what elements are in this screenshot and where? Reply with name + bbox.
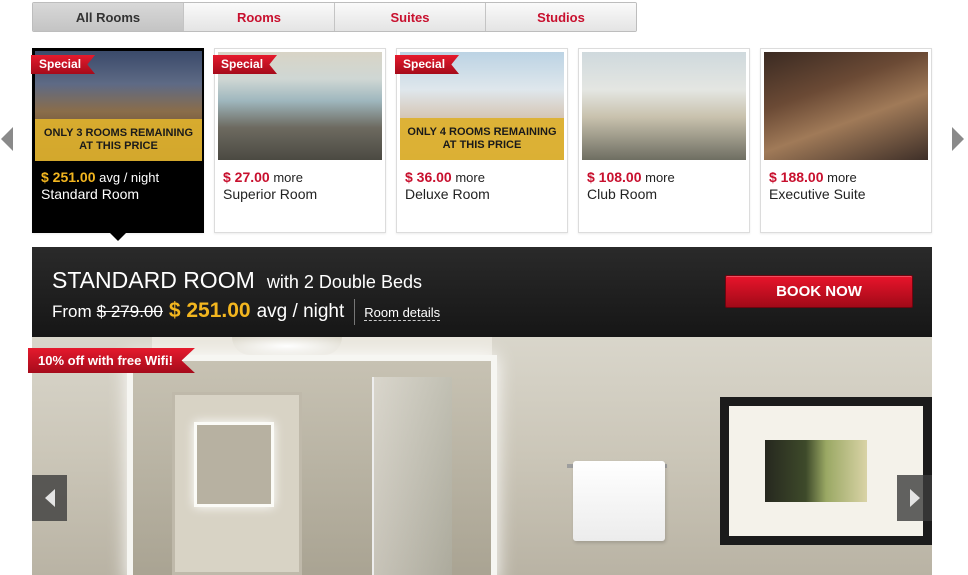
divider bbox=[354, 299, 356, 325]
chevron-left-icon bbox=[44, 489, 55, 507]
room-photo bbox=[764, 52, 928, 160]
card-price: $ 36.00 more bbox=[405, 169, 485, 185]
room-details-link[interactable]: Room details bbox=[364, 305, 441, 321]
special-badge: Special bbox=[31, 55, 96, 74]
per-night-label: avg / night bbox=[256, 301, 345, 322]
reflected-mirror bbox=[194, 422, 274, 507]
promo-badge: 10% off with free Wifi! bbox=[28, 348, 195, 373]
card-price: $ 251.00 avg / night bbox=[41, 169, 159, 185]
card-room-name: Superior Room bbox=[223, 186, 318, 202]
card-price-suffix: more bbox=[455, 170, 485, 185]
card-price: $ 108.00 more bbox=[587, 169, 675, 185]
card-room-name: Standard Room bbox=[41, 186, 140, 202]
card-price: $ 188.00 more bbox=[769, 169, 857, 185]
room-thumbnail bbox=[764, 52, 928, 160]
card-price-amount: $ 188.00 bbox=[769, 169, 824, 185]
tab-rooms[interactable]: Rooms bbox=[184, 3, 335, 31]
card-room-name: Club Room bbox=[587, 186, 658, 202]
ceiling-light bbox=[232, 337, 342, 355]
book-now-button[interactable]: BOOK NOW bbox=[725, 275, 913, 308]
room-thumbnail bbox=[582, 52, 746, 160]
artwork-painting bbox=[765, 440, 867, 502]
room-title: STANDARD ROOM with 2 Double Beds bbox=[52, 267, 422, 294]
card-price-suffix: more bbox=[645, 170, 675, 185]
card-price-suffix: avg / night bbox=[99, 170, 160, 185]
room-title-sub: with 2 Double Beds bbox=[266, 272, 422, 292]
tab-suites[interactable]: Suites bbox=[335, 3, 486, 31]
card-price-amount: $ 36.00 bbox=[405, 169, 452, 185]
tab-studios[interactable]: Studios bbox=[486, 3, 636, 31]
glass-shower bbox=[372, 377, 452, 575]
hero-next-button[interactable] bbox=[897, 475, 932, 521]
from-label: From bbox=[52, 302, 92, 321]
selected-pointer bbox=[109, 232, 127, 241]
room-card-executive-suite[interactable]: $ 188.00 more Executive Suite bbox=[760, 48, 932, 233]
room-detail-banner: STANDARD ROOM with 2 Double Beds From $ … bbox=[32, 247, 932, 337]
carousel-next-icon[interactable] bbox=[952, 127, 964, 151]
towel bbox=[573, 461, 665, 541]
room-title-main: STANDARD ROOM bbox=[52, 267, 255, 293]
room-card-standard[interactable]: ONLY 3 ROOMS REMAINING AT THIS PRICE Spe… bbox=[31, 48, 204, 241]
tab-all-rooms[interactable]: All Rooms bbox=[33, 3, 184, 31]
hero-prev-button[interactable] bbox=[32, 475, 67, 521]
room-photo bbox=[582, 52, 746, 160]
rooms-remaining-banner: ONLY 3 ROOMS REMAINING AT THIS PRICE bbox=[35, 119, 202, 161]
card-price-suffix: more bbox=[827, 170, 857, 185]
room-price-row: From $ 279.00 $ 251.00 avg / night Room … bbox=[52, 299, 441, 325]
card-room-name: Deluxe Room bbox=[405, 186, 490, 202]
card-price-amount: $ 108.00 bbox=[587, 169, 642, 185]
rooms-remaining-banner: ONLY 4 ROOMS REMAINING AT THIS PRICE bbox=[400, 118, 564, 160]
discounted-price: $ 251.00 bbox=[168, 299, 251, 322]
room-type-tabs: All Rooms Rooms Suites Studios bbox=[32, 2, 637, 32]
room-card-club[interactable]: $ 108.00 more Club Room bbox=[578, 48, 750, 233]
card-price-suffix: more bbox=[273, 170, 303, 185]
room-card-superior[interactable]: Special $ 27.00 more Superior Room bbox=[213, 48, 386, 233]
room-card-deluxe[interactable]: ONLY 4 ROOMS REMAINING AT THIS PRICE Spe… bbox=[395, 48, 568, 233]
carousel-prev-icon[interactable] bbox=[1, 127, 13, 151]
framed-artwork bbox=[720, 397, 932, 545]
card-room-name: Executive Suite bbox=[769, 186, 866, 202]
special-badge: Special bbox=[395, 55, 460, 74]
chevron-right-icon bbox=[909, 489, 920, 507]
artwork-mat bbox=[729, 406, 923, 536]
card-price-amount: $ 251.00 bbox=[41, 169, 96, 185]
special-badge: Special bbox=[213, 55, 278, 74]
original-price: $ 279.00 bbox=[96, 302, 163, 321]
card-price: $ 27.00 more bbox=[223, 169, 303, 185]
card-price-amount: $ 27.00 bbox=[223, 169, 270, 185]
